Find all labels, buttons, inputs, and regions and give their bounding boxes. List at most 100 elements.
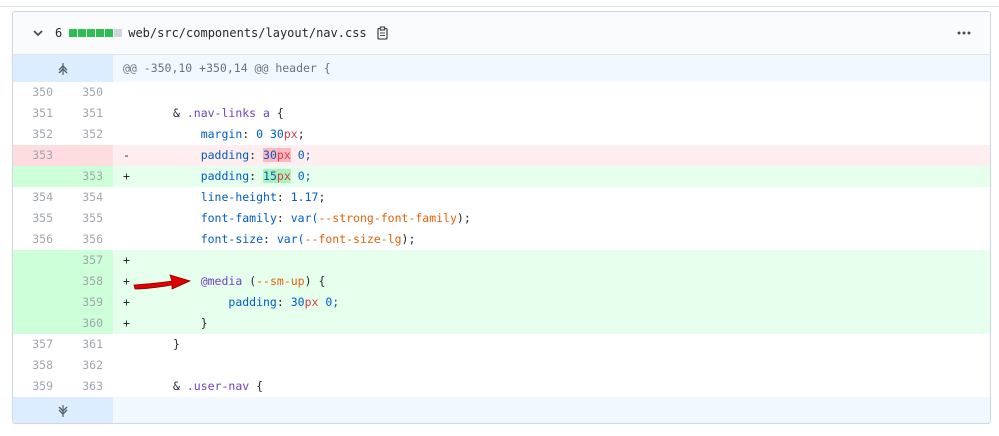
line-code: line-height: 1.17;	[200, 190, 326, 204]
code-token: padding	[228, 295, 277, 309]
code-token: {	[256, 379, 264, 393]
code-token: font-family	[200, 211, 277, 225]
code-token: 30	[269, 127, 284, 141]
new-line-number[interactable]: 354	[63, 187, 113, 208]
old-line-number[interactable]: 353	[13, 145, 63, 166]
diff-marker: +	[123, 169, 130, 183]
diff-line[interactable]: 352 352 margin: 0 30px;	[13, 124, 990, 145]
new-line-number[interactable]: 350	[63, 82, 113, 103]
code-token: 30	[263, 148, 277, 162]
code-token: );	[401, 232, 416, 246]
line-code	[113, 82, 990, 103]
kebab-icon[interactable]	[956, 25, 972, 41]
old-line-number[interactable]: 351	[13, 103, 63, 124]
diff-line[interactable]: 357 361 }	[13, 334, 990, 355]
code-token: padding	[200, 148, 250, 162]
diff-line[interactable]: 356 356 font-size: var(--font-size-lg);	[13, 229, 990, 250]
new-line-number[interactable]: 363	[63, 376, 113, 397]
code-token: font-size	[200, 232, 264, 246]
old-line-number[interactable]: 359	[13, 376, 63, 397]
old-line-number[interactable]: 350	[13, 82, 63, 103]
code-token: px	[276, 148, 291, 162]
code-token: px	[304, 295, 319, 309]
new-line-number[interactable]: 359	[63, 292, 113, 313]
diff-line[interactable]: 359 363 & .user-nav {	[13, 376, 990, 397]
code-token: px	[283, 127, 298, 141]
code-token: --font-size-lg	[304, 232, 402, 246]
diff-marker: +	[123, 295, 130, 309]
code-token: }	[200, 316, 208, 330]
added-line[interactable]: 357 +	[13, 250, 990, 271]
line-code: +	[113, 250, 990, 271]
code-token: @media	[200, 274, 243, 288]
code-token: margin	[200, 127, 243, 141]
old-line-number[interactable]: 357	[13, 334, 63, 355]
code-token: px	[276, 169, 291, 183]
new-line-number[interactable]: 362	[63, 355, 113, 376]
code-token: 0;	[325, 295, 340, 309]
line-code: font-size: var(--font-size-lg);	[200, 232, 416, 246]
line-code: margin: 0 30px;	[200, 127, 305, 141]
diff-line[interactable]: 358 362	[13, 355, 990, 376]
diff-line[interactable]: 350 350	[13, 82, 990, 103]
diffstat	[69, 29, 123, 37]
expand-up-icon[interactable]	[13, 55, 113, 82]
line-code: + padding: 30px 0;	[113, 292, 990, 313]
new-line-number[interactable]: 360	[63, 313, 113, 334]
code-token: --sm-up	[256, 274, 305, 288]
change-count: 6	[55, 26, 63, 40]
diff-line[interactable]: 351 351 & .nav-links a {	[13, 103, 990, 124]
old-line-number[interactable]: 358	[13, 355, 63, 376]
old-line-number[interactable]	[13, 292, 63, 313]
code-token: 0;	[297, 148, 312, 162]
old-line-number[interactable]: 352	[13, 124, 63, 145]
code-token: 1.17	[290, 190, 319, 204]
code-token: {	[276, 106, 284, 120]
new-line-number[interactable]: 351	[63, 103, 113, 124]
new-line-number[interactable]: 361	[63, 334, 113, 355]
old-line-number[interactable]	[13, 250, 63, 271]
diff-line[interactable]: 354 354 line-height: 1.17;	[13, 187, 990, 208]
code-token: }	[173, 337, 180, 351]
new-line-number[interactable]: 355	[63, 208, 113, 229]
code-token: padding	[200, 169, 250, 183]
added-line[interactable]: 353 + padding: 15px 0;	[13, 166, 990, 187]
expand-down-icon[interactable]	[13, 397, 113, 423]
old-line-number[interactable]	[13, 313, 63, 334]
line-code: & .nav-links a {	[113, 103, 990, 124]
new-line-number[interactable]: 356	[63, 229, 113, 250]
old-line-number[interactable]	[13, 271, 63, 292]
code-token: 30	[290, 295, 305, 309]
diffstat-block	[114, 29, 123, 37]
code-token: ) {	[304, 274, 326, 288]
old-line-number[interactable]: 356	[13, 229, 63, 250]
copy-icon[interactable]	[376, 26, 390, 40]
new-line-number[interactable]: 353	[63, 166, 113, 187]
new-line-number[interactable]: 357	[63, 250, 113, 271]
diffstat-block	[69, 29, 78, 37]
chevron-down-icon[interactable]	[31, 26, 45, 40]
hunk-footer-text	[113, 397, 990, 423]
added-line[interactable]: 359 + padding: 30px 0;	[13, 292, 990, 313]
new-line-number[interactable]: 358	[63, 271, 113, 292]
line-code: + @media (--sm-up) {	[113, 271, 990, 292]
code-token: .user-nav	[186, 379, 250, 393]
diffstat-block	[105, 29, 114, 37]
old-line-number[interactable]: 355	[13, 208, 63, 229]
new-line-number[interactable]: 352	[63, 124, 113, 145]
old-line-number[interactable]: 354	[13, 187, 63, 208]
diff-file: 6 web/src/components/layout/nav.css @@ -…	[12, 11, 991, 424]
deleted-line[interactable]: 353 - padding: 30px 0;	[13, 145, 990, 166]
new-line-number[interactable]	[63, 145, 113, 166]
code-token: 0	[256, 127, 264, 141]
diff-line[interactable]: 355 355 font-family: var(--strong-font-f…	[13, 208, 990, 229]
hunk-header: @@ -350,10 +350,14 @@ header {	[13, 55, 990, 82]
file-path[interactable]: web/src/components/layout/nav.css	[128, 26, 366, 40]
code-token: &	[173, 379, 180, 393]
code-token: --strong-font-family	[318, 211, 457, 225]
added-line[interactable]: 360 + }	[13, 313, 990, 334]
old-line-number[interactable]	[13, 166, 63, 187]
diffstat-block	[78, 29, 87, 37]
arrow-annotation	[133, 274, 192, 290]
line-code: + padding: 15px 0;	[113, 166, 990, 187]
